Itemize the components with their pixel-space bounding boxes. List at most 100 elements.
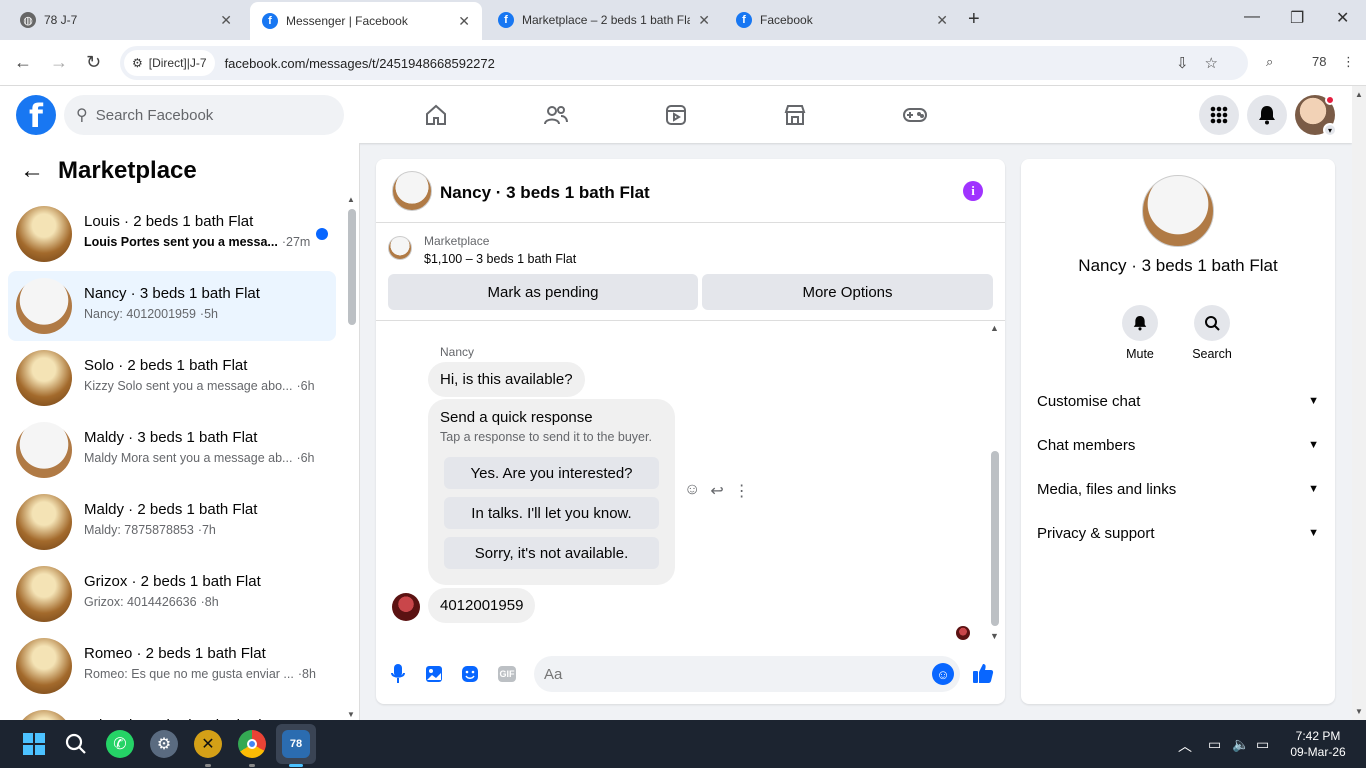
close-tab-icon[interactable]: ✕ — [698, 12, 710, 29]
chevron-down-icon[interactable]: ▾ — [1323, 123, 1337, 137]
sidebar-scroll-thumb[interactable] — [348, 209, 356, 325]
maximize-button[interactable]: ❐ — [1290, 8, 1304, 28]
facebook-search-box[interactable]: ⚲ Search Facebook — [64, 95, 344, 135]
chat-scroll-thumb[interactable] — [991, 451, 999, 626]
tab-facebook[interactable]: f Facebook ✕ — [724, 4, 960, 36]
quick-response-option[interactable]: Yes. Are you interested? — [444, 457, 659, 489]
customise-chat-section[interactable]: Customise chat ▼ — [1037, 389, 1319, 413]
network-icon[interactable]: ▭ — [1208, 736, 1221, 753]
close-window-button[interactable]: ✕ — [1336, 8, 1349, 28]
browser-menu-icon[interactable]: ⋮ — [1342, 54, 1355, 70]
scroll-up-icon[interactable]: ▲ — [1355, 90, 1363, 99]
app-x-icon[interactable]: ✕ — [194, 730, 222, 758]
volume-icon[interactable]: 🔈 — [1232, 736, 1249, 753]
conversation-item[interactable]: Grizox · 2 beds 1 bath Flat Grizox: 40144… — [8, 559, 336, 629]
site-info-chip[interactable]: ⚙ [Direct]|J-7 — [124, 50, 215, 76]
menu-grid-icon[interactable] — [1199, 95, 1239, 135]
home-nav-icon[interactable] — [416, 100, 456, 130]
scroll-up-icon[interactable]: ▲ — [347, 195, 355, 204]
page-scrollbar[interactable]: ▲ ▼ — [1352, 86, 1366, 720]
image-icon[interactable] — [424, 664, 444, 684]
conversation-time: ·27m — [281, 235, 311, 249]
listing-price-title[interactable]: $1,100 – 3 beds 1 bath Flat — [424, 252, 576, 266]
tab-78-j7[interactable]: ◍ 78 J-7 ✕ — [8, 4, 244, 36]
tab-marketplace[interactable]: f Marketplace – 2 beds 1 bath Fla ✕ — [486, 4, 722, 36]
message-input[interactable] — [534, 656, 960, 692]
listing-category: Marketplace — [424, 234, 490, 248]
chevron-down-icon: ▼ — [1308, 395, 1319, 407]
new-tab-button[interactable]: + — [968, 8, 980, 31]
close-tab-icon[interactable]: ✕ — [220, 12, 232, 29]
quick-response-option[interactable]: In talks. I'll let you know. — [444, 497, 659, 529]
conversation-item[interactable]: Louis · 2 beds 1 bath Flat Louis Portes s… — [8, 199, 336, 269]
conversation-item[interactable]: Romeo · 2 beds 1 bath Flat Romeo: Es que … — [8, 631, 336, 701]
message-bubble[interactable]: 4012001959 — [428, 588, 536, 623]
sticker-icon[interactable] — [460, 664, 480, 684]
friends-nav-icon[interactable] — [536, 100, 576, 130]
close-tab-icon[interactable]: ✕ — [458, 13, 470, 30]
mute-button[interactable]: Mute — [1110, 305, 1170, 361]
notifications-bell-icon[interactable] — [1247, 95, 1287, 135]
chat-scroll-down-icon[interactable]: ▼ — [990, 631, 999, 641]
privacy-support-section[interactable]: Privacy & support ▼ — [1037, 521, 1319, 545]
close-tab-icon[interactable]: ✕ — [936, 12, 948, 29]
quick-response-option[interactable]: Sorry, it's not available. — [444, 537, 659, 569]
marketplace-nav-icon[interactable] — [775, 100, 815, 130]
microphone-icon[interactable] — [388, 664, 408, 684]
conversation-item[interactable]: Nancy · 3 beds 1 bath Flat Nancy: 4012001… — [8, 271, 336, 341]
conversation-item[interactable]: Solo · 2 beds 1 bath Flat Kizzy Solo sent… — [8, 343, 336, 413]
scroll-down-icon[interactable]: ▼ — [347, 710, 355, 719]
gaming-nav-icon[interactable] — [895, 100, 935, 130]
search-tabs-icon[interactable]: ⌕ — [1266, 54, 1273, 70]
mark-as-pending-button[interactable]: Mark as pending — [388, 274, 698, 310]
tray-chevron-up-icon[interactable]: ︿ — [1178, 736, 1192, 756]
message-bubble[interactable]: Hi, is this available? — [428, 362, 585, 397]
url-text[interactable]: facebook.com/messages/t/2451948668592272 — [225, 56, 495, 71]
chat-details-panel: Nancy · 3 beds 1 bath Flat Mute Search C… — [1021, 159, 1335, 704]
info-icon[interactable]: i — [963, 181, 983, 201]
chat-scroll-up-icon[interactable]: ▲ — [990, 323, 999, 333]
conversation-item[interactable]: Maldy · 2 beds 1 bath Flat Maldy: 7875878… — [8, 487, 336, 557]
settings-gear-icon[interactable]: ⚙ — [150, 730, 178, 758]
taskbar-search-icon[interactable] — [62, 730, 90, 758]
conversation-preview: Louis Portes sent you a messa... — [84, 235, 278, 249]
chat-title[interactable]: Nancy · 3 beds 1 bath Flat — [440, 183, 650, 203]
media-files-links-section[interactable]: Media, files and links ▼ — [1037, 477, 1319, 501]
listing-thumbnail[interactable] — [388, 236, 412, 260]
gif-icon[interactable]: GIF — [498, 666, 516, 682]
conversation-time: ·6h — [296, 379, 315, 393]
back-button[interactable]: ← — [14, 52, 32, 73]
chrome-icon[interactable] — [238, 730, 266, 758]
app-78-icon[interactable]: 78 — [282, 730, 310, 758]
details-thumbnail[interactable] — [1142, 175, 1214, 247]
forward-button[interactable]: → — [50, 52, 68, 73]
back-arrow-icon[interactable]: ← — [20, 157, 44, 185]
chat-members-section[interactable]: Chat members ▼ — [1037, 433, 1319, 457]
taskbar-clock[interactable]: 7:42 PM 09-Mar-26 — [1280, 728, 1356, 760]
more-vertical-icon[interactable]: ⋮ — [734, 481, 750, 501]
tab-messenger[interactable]: f Messenger | Facebook ✕ — [250, 2, 482, 40]
bookmark-star-icon[interactable]: ☆ — [1205, 55, 1234, 72]
react-emoji-icon[interactable]: ☺ — [684, 481, 700, 501]
chat-thumbnail[interactable] — [392, 171, 432, 211]
install-icon[interactable]: ⇩ — [1176, 55, 1205, 72]
reload-button[interactable]: ↻ — [86, 52, 101, 73]
more-options-button[interactable]: More Options — [702, 274, 993, 310]
extension-badge[interactable]: 78 — [1312, 54, 1326, 69]
scroll-down-icon[interactable]: ▼ — [1355, 707, 1363, 716]
reply-icon[interactable]: ↩ — [710, 481, 723, 501]
windows-start-icon[interactable] — [20, 730, 48, 758]
facebook-logo-icon[interactable]: f — [16, 95, 56, 135]
whatsapp-icon[interactable]: ✆ — [106, 730, 134, 758]
profile-avatar[interactable]: ▾ — [1295, 95, 1337, 137]
minimize-button[interactable]: — — [1244, 8, 1260, 26]
battery-icon[interactable]: ▭ — [1256, 736, 1269, 753]
conversation-item[interactable]: Maldy · 3 beds 1 bath Flat Maldy Mora sen… — [8, 415, 336, 485]
video-nav-icon[interactable] — [656, 100, 696, 130]
address-bar[interactable]: ⚙ [Direct]|J-7 facebook.com/messages/t/2… — [120, 46, 1248, 80]
emoji-icon[interactable]: ☺ — [932, 663, 954, 685]
search-conversation-button[interactable]: Search — [1182, 305, 1242, 361]
conversation-item[interactable]: Eduardo · 2 beds 1 bath Flat — [8, 703, 336, 720]
thumbs-up-icon[interactable] — [972, 662, 994, 690]
sender-avatar[interactable] — [392, 593, 420, 621]
